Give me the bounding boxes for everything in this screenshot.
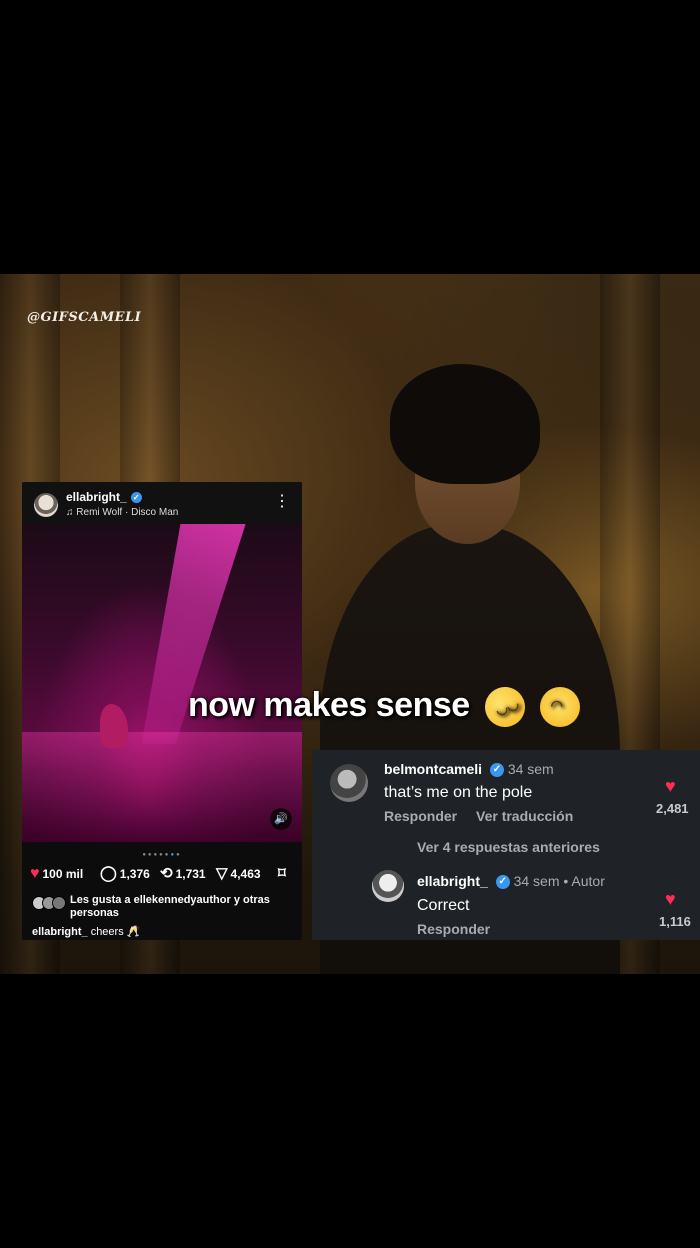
- liked-by-user[interactable]: ellekennedyauthor: [134, 894, 231, 906]
- commenter-avatar[interactable]: [372, 870, 404, 902]
- heart-icon: ♥: [30, 865, 40, 882]
- stage-floor: [22, 732, 302, 842]
- comment-username[interactable]: belmontcameli ✓ 34 sem: [384, 761, 554, 778]
- repost-button[interactable]: ⟲ 1,731: [160, 866, 206, 882]
- comment-time: 34 sem: [513, 873, 560, 889]
- overlay-caption: now makes sense ◡◡ ◠: [188, 681, 580, 733]
- likes-count: 100 mil: [42, 867, 84, 881]
- comments-panel: belmontcameli ✓ 34 sem that’s me on the …: [312, 750, 700, 940]
- translate-button[interactable]: Ver traducción: [476, 808, 573, 824]
- reply-button[interactable]: Responder: [417, 921, 490, 937]
- like-button[interactable]: ♥ 100 mil: [30, 866, 83, 882]
- carousel-dots: ●●●●●●●: [142, 852, 182, 858]
- repost-icon: ⟲: [160, 865, 173, 882]
- author-tag: • Autor: [563, 873, 605, 889]
- shares-count: 4,463: [230, 867, 261, 881]
- post-caption: ellabright_ cheers 🥂: [32, 925, 140, 938]
- caption-username[interactable]: ellabright_: [32, 926, 88, 938]
- comment-time: 34 sem: [507, 761, 554, 777]
- reposts-count: 1,731: [175, 867, 206, 881]
- rolling-on-floor-laughing-emoji: ◡◡: [478, 681, 531, 733]
- post-song[interactable]: ♫ Remi Wolf · Disco Man: [66, 507, 178, 518]
- sound-icon[interactable]: 🔊: [270, 808, 292, 830]
- comment-username[interactable]: ellabright_ ✓ 34 sem • Autor: [417, 873, 605, 890]
- comment-like-count: 1,116: [659, 914, 691, 929]
- view-replies-button[interactable]: Ver 4 respuestas anteriores: [417, 839, 600, 855]
- dancer-figure: [100, 704, 128, 748]
- comment-text: that’s me on the pole: [384, 784, 533, 801]
- post-actions: ♥ 100 mil ◯ 1,376 ⟲ 1,731 ▽ 4,463 ⌑: [30, 866, 298, 886]
- liked-by-avatars: [32, 896, 68, 910]
- post-header: ellabright_ ✓ ♫ Remi Wolf · Disco Man ⋮: [22, 482, 302, 524]
- verified-icon: ✓: [130, 492, 142, 504]
- verified-icon: ✓: [495, 875, 510, 890]
- comment-icon: ◯: [100, 865, 117, 882]
- more-options-icon[interactable]: ⋮: [274, 494, 290, 510]
- post-media[interactable]: 🔊: [22, 524, 302, 842]
- upside-down-face-emoji: ◠: [539, 687, 580, 728]
- comment-like-count: 2,481: [656, 801, 689, 816]
- comment-button[interactable]: ◯ 1,376: [100, 866, 150, 882]
- reply-button[interactable]: Responder: [384, 808, 457, 824]
- watermark: @GIFSCAMELI: [27, 310, 142, 325]
- commenter-avatar[interactable]: [330, 764, 368, 802]
- heart-icon[interactable]: ♥: [665, 776, 676, 797]
- caption-text: cheers 🥂: [90, 926, 141, 938]
- share-icon: ▽: [216, 865, 228, 882]
- verified-icon: ✓: [489, 763, 504, 778]
- post-avatar[interactable]: [34, 493, 58, 517]
- comments-count: 1,376: [119, 867, 150, 881]
- bookmark-icon: ⌑: [278, 865, 286, 882]
- heart-icon[interactable]: ♥: [665, 889, 676, 910]
- save-button[interactable]: ⌑: [278, 866, 286, 882]
- share-button[interactable]: ▽ 4,463: [216, 866, 261, 882]
- comment-text: Correct: [417, 897, 470, 914]
- post-username[interactable]: ellabright_ ✓: [66, 490, 142, 504]
